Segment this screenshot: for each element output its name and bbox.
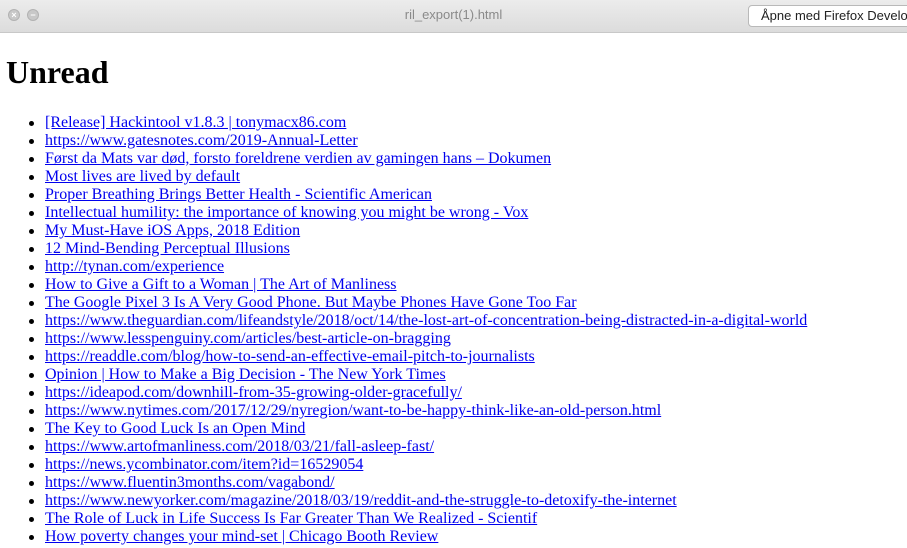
link-list: [Release] Hackintool v1.8.3 | tonymacx86… [0,114,905,546]
list-item: Intellectual humility: the importance of… [29,204,905,222]
article-link[interactable]: [Release] Hackintool v1.8.3 | tonymacx86… [45,114,346,131]
list-item: The Role of Luck in Life Success Is Far … [29,510,905,528]
list-item: 12 Mind-Bending Perceptual Illusions [29,240,905,258]
article-link[interactable]: Opinion | How to Make a Big Decision - T… [45,366,446,383]
article-link[interactable]: http://tynan.com/experience [45,258,224,275]
list-item: How to Give a Gift to a Woman | The Art … [29,276,905,294]
article-link[interactable]: https://www.lesspenguiny.com/articles/be… [45,330,451,347]
article-link[interactable]: Først da Mats var død, forsto foreldrene… [45,150,551,167]
article-link[interactable]: https://readdle.com/blog/how-to-send-an-… [45,348,535,365]
list-item: My Must-Have iOS Apps, 2018 Edition [29,222,905,240]
article-link[interactable]: https://www.newyorker.com/magazine/2018/… [45,492,677,509]
list-item: https://www.gatesnotes.com/2019-Annual-L… [29,132,905,150]
page-heading: Unread [6,54,109,90]
article-link[interactable]: The Google Pixel 3 Is A Very Good Phone.… [45,294,577,311]
open-with-firefox-button[interactable]: Åpne med Firefox Developer Edition [748,5,907,27]
list-item: http://tynan.com/experience [29,258,905,276]
article-link[interactable]: https://www.nytimes.com/2017/12/29/nyreg… [45,402,661,419]
list-item: https://www.lesspenguiny.com/articles/be… [29,330,905,348]
article-link[interactable]: Proper Breathing Brings Better Health - … [45,186,432,203]
list-item: How poverty changes your mind-set | Chic… [29,528,905,546]
list-item: https://www.fluentin3months.com/vagabond… [29,474,905,492]
list-item: The Key to Good Luck Is an Open Mind [29,420,905,438]
article-link[interactable]: https://ideapod.com/downhill-from-35-gro… [45,384,462,401]
window-titlebar: × − ril_export(1).html Åpne med Firefox … [0,0,907,33]
list-item: Most lives are lived by default [29,168,905,186]
list-item: Først da Mats var død, forsto foreldrene… [29,150,905,168]
article-link[interactable]: The Key to Good Luck Is an Open Mind [45,420,305,437]
page-content: Unread [Release] Hackintool v1.8.3 | ton… [0,33,907,548]
list-item: https://www.theguardian.com/lifeandstyle… [29,312,905,330]
list-item: [Release] Hackintool v1.8.3 | tonymacx86… [29,114,905,132]
list-item: https://www.nytimes.com/2017/12/29/nyreg… [29,402,905,420]
article-link[interactable]: https://www.fluentin3months.com/vagabond… [45,474,335,491]
list-item: Proper Breathing Brings Better Health - … [29,186,905,204]
article-link[interactable]: https://news.ycombinator.com/item?id=165… [45,456,363,473]
article-link[interactable]: 12 Mind-Bending Perceptual Illusions [45,240,290,257]
article-link[interactable]: Intellectual humility: the importance of… [45,204,528,221]
article-link[interactable]: https://www.theguardian.com/lifeandstyle… [45,312,807,329]
article-link[interactable]: Most lives are lived by default [45,168,240,185]
article-link[interactable]: How to Give a Gift to a Woman | The Art … [45,276,397,293]
article-link[interactable]: https://www.artofmanliness.com/2018/03/2… [45,438,434,455]
article-link[interactable]: The Role of Luck in Life Success Is Far … [45,510,537,527]
list-item: https://readdle.com/blog/how-to-send-an-… [29,348,905,366]
list-item: https://ideapod.com/downhill-from-35-gro… [29,384,905,402]
list-item: https://news.ycombinator.com/item?id=165… [29,456,905,474]
article-link[interactable]: https://www.gatesnotes.com/2019-Annual-L… [45,132,358,149]
list-item: https://www.newyorker.com/magazine/2018/… [29,492,905,510]
list-item: The Google Pixel 3 Is A Very Good Phone.… [29,294,905,312]
article-link[interactable]: How poverty changes your mind-set | Chic… [45,528,438,545]
list-item: Opinion | How to Make a Big Decision - T… [29,366,905,384]
article-link[interactable]: My Must-Have iOS Apps, 2018 Edition [45,222,300,239]
list-item: https://www.artofmanliness.com/2018/03/2… [29,438,905,456]
